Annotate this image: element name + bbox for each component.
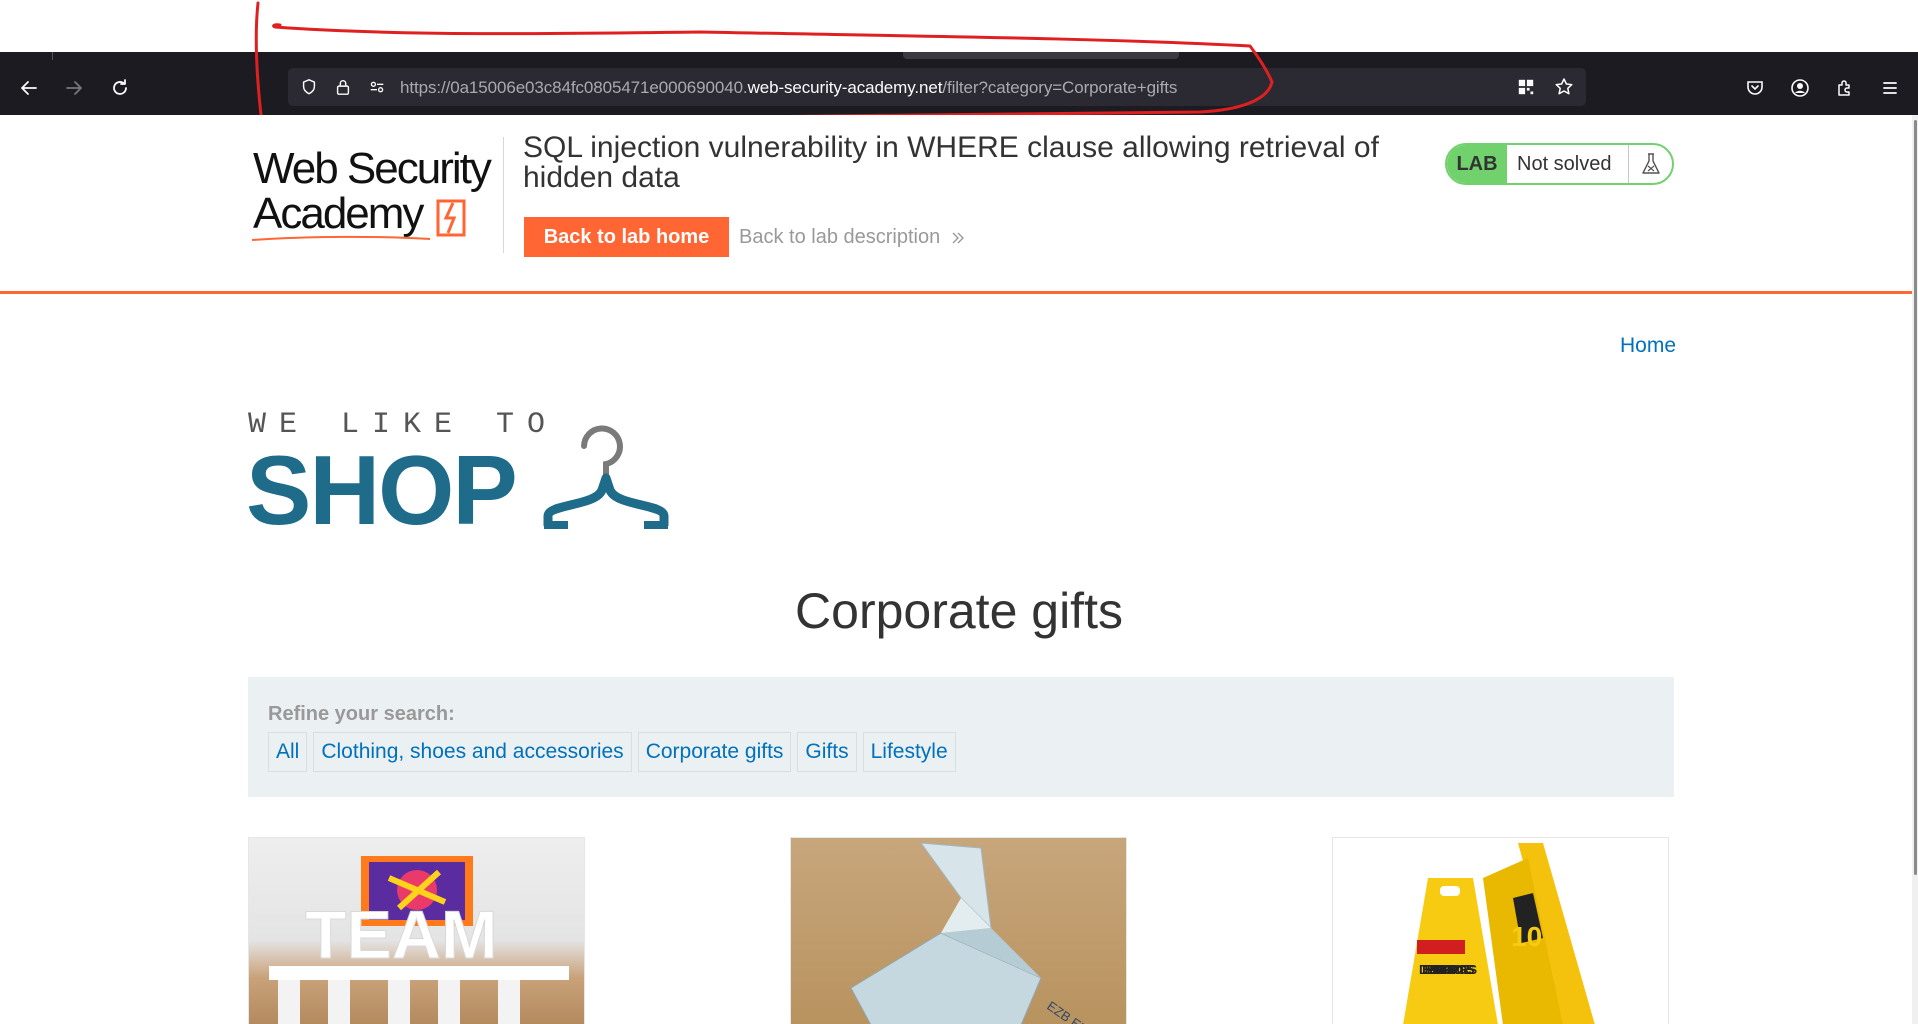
caution-sign-text: DEEPLY SATISFYING POO IN PROGRESS	[1419, 962, 1477, 977]
tab-strip	[0, 0, 1918, 52]
url-path: /filter?category=Corporate+gifts	[942, 78, 1178, 97]
double-chevron-right-icon	[952, 232, 965, 243]
hanger-icon	[543, 425, 669, 529]
origami-note-illustration: EZB EKT	[850, 842, 1097, 1024]
team-image-text: TEAM	[305, 897, 498, 973]
home-link[interactable]: Home	[1620, 334, 1676, 358]
product-image-caution-signs[interactable]: 10 DEEPLY SATISFYING POO IN PROGRESS	[1332, 837, 1669, 1024]
filter-clothing[interactable]: Clothing, shoes and accessories	[313, 732, 632, 772]
forward-icon[interactable]	[57, 71, 91, 105]
lab-status-text: Not solved	[1517, 152, 1612, 175]
back-icon[interactable]	[12, 71, 46, 105]
we-like-to-shop-logo: WE LIKE TO SHOP	[246, 404, 696, 540]
back-to-lab-description-link[interactable]: Back to lab description	[739, 226, 966, 249]
qr-code-icon[interactable]	[1516, 77, 1536, 97]
tab-divider	[52, 52, 53, 60]
logo-divider	[503, 137, 504, 253]
menu-icon[interactable]	[1873, 71, 1907, 105]
product-image-origami[interactable]: EZB EKT	[790, 837, 1127, 1024]
url-bar[interactable]: https://0a15006e03c84fc0805471e000690040…	[288, 68, 1586, 106]
refine-search-panel: Refine your search: All Clothing, shoes …	[248, 677, 1674, 797]
svg-text:10: 10	[1511, 921, 1542, 952]
filter-lifestyle[interactable]: Lifestyle	[862, 732, 956, 772]
lab-status-widget: LAB Not solved	[1445, 143, 1674, 185]
lab-badge: LAB	[1447, 145, 1507, 183]
filter-gifts[interactable]: Gifts	[797, 732, 857, 772]
url-prefix: https://0a15006e03c84fc0805471e000690040…	[400, 78, 748, 97]
account-icon[interactable]	[1783, 71, 1817, 105]
browser-navbar: https://0a15006e03c84fc0805471e000690040…	[0, 60, 1918, 115]
refine-search-label: Refine your search:	[268, 703, 455, 725]
flask-icon	[1628, 145, 1672, 183]
logo-line1: Web Security	[253, 144, 492, 193]
svg-text:EZB EKT: EZB EKT	[1044, 998, 1097, 1024]
filter-all[interactable]: All	[268, 732, 308, 772]
product-image-team[interactable]: TEAM	[248, 837, 585, 1024]
permissions-icon[interactable]	[367, 77, 387, 97]
back-to-lab-home-button[interactable]: Back to lab home	[524, 217, 729, 257]
category-filters: All Clothing, shoes and accessories Corp…	[268, 732, 956, 772]
lab-title: SQL injection vulnerability in WHERE cla…	[523, 131, 1379, 194]
page-heading: Corporate gifts	[795, 583, 1123, 639]
extensions-icon[interactable]	[1828, 71, 1862, 105]
scrollbar-thumb[interactable]	[1914, 120, 1917, 875]
reload-icon[interactable]	[103, 71, 137, 105]
lab-header: Web Security Academy SQL injection vulne…	[0, 115, 1918, 294]
description-link-label: Back to lab description	[739, 226, 941, 248]
web-security-academy-logo[interactable]: Web Security Academy	[250, 140, 500, 250]
url-text[interactable]: https://0a15006e03c84fc0805471e000690040…	[400, 78, 1177, 98]
shield-icon[interactable]	[299, 77, 319, 97]
lock-icon[interactable]	[333, 77, 353, 97]
logo-line2: Academy	[253, 189, 424, 238]
caution-signs-illustration: 10 DEEPLY SATISFYING POO IN PROGRESS	[1403, 843, 1595, 1024]
active-tab[interactable]	[903, 52, 1179, 59]
team-image-illustration: TEAM	[269, 856, 569, 1024]
filter-corporate-gifts[interactable]: Corporate gifts	[637, 732, 792, 772]
pocket-icon[interactable]	[1738, 71, 1772, 105]
shop-word: SHOP	[246, 435, 518, 545]
bookmark-star-icon[interactable]	[1554, 77, 1574, 97]
url-domain: web-security-academy.net	[747, 78, 943, 97]
